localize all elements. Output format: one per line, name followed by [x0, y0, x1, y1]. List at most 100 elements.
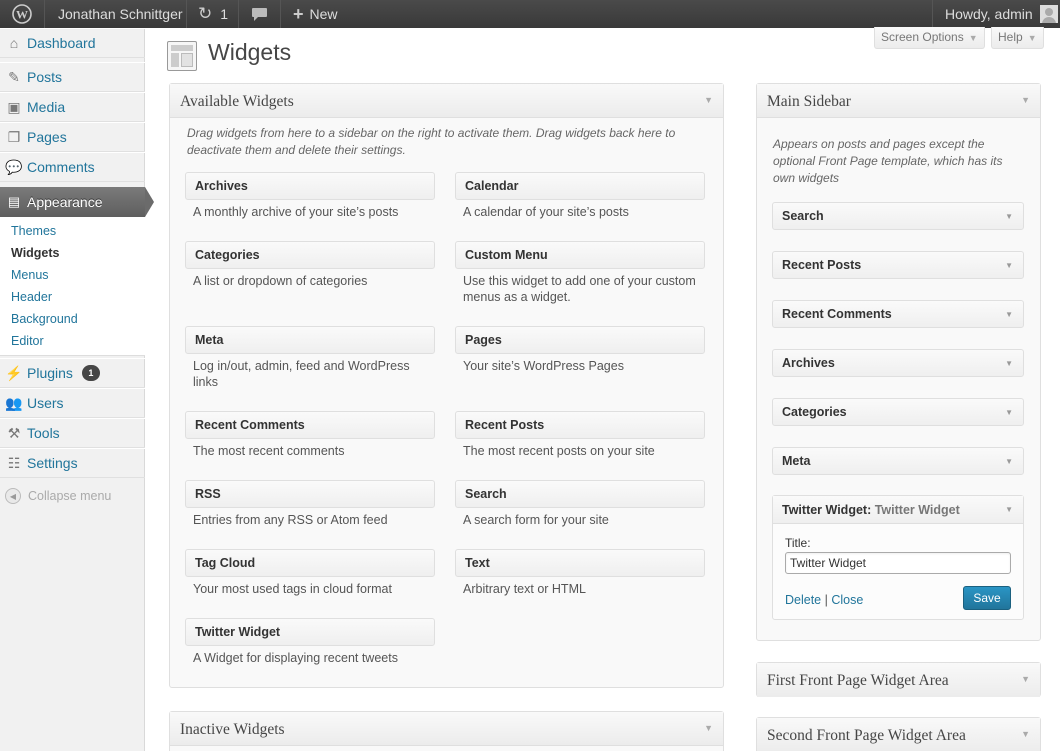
- inactive-widgets-panel: Inactive Widgets ▼: [169, 711, 724, 751]
- widget-tag-cloud[interactable]: Tag Cloud: [185, 549, 435, 577]
- toggle-arrow-icon[interactable]: ▼: [704, 723, 713, 733]
- menu-media[interactable]: ▣ Media: [0, 92, 145, 122]
- menu-appearance[interactable]: ▤ Appearance: [0, 187, 154, 217]
- main-sidebar-description: Appears on posts and pages except the op…: [773, 137, 1003, 185]
- inactive-widgets-header[interactable]: Inactive Widgets ▼: [170, 712, 723, 746]
- menu-tools[interactable]: ⚒ Tools: [0, 418, 145, 448]
- second-front-page-widget-area: Second Front Page Widget Area ▼: [756, 717, 1041, 751]
- sidebar-widget-search[interactable]: Search ▼: [772, 202, 1024, 230]
- widget-rss[interactable]: RSS: [185, 480, 435, 508]
- menu-users[interactable]: 👥 Users: [0, 388, 145, 418]
- widget-description: Your site’s WordPress Pages: [463, 359, 624, 373]
- toggle-arrow-icon[interactable]: ▼: [1021, 95, 1030, 105]
- updates-link[interactable]: ↻ 1: [198, 0, 228, 28]
- main-sidebar-header[interactable]: Main Sidebar ▼: [757, 84, 1040, 118]
- widget-title: Twitter Widget:: [782, 503, 872, 517]
- widget-title: Search: [465, 487, 507, 501]
- submenu-menus[interactable]: Menus: [11, 268, 49, 282]
- widget-description: A list or dropdown of categories: [193, 274, 368, 288]
- title-input[interactable]: [785, 552, 1011, 574]
- my-account-link[interactable]: Howdy, admin: [945, 0, 1058, 28]
- menu-plugins[interactable]: ⚡ Plugins 1: [0, 358, 145, 388]
- screen-options-button[interactable]: Screen Options ▼: [874, 27, 985, 49]
- submenu-background[interactable]: Background: [11, 312, 78, 326]
- toggle-arrow-icon[interactable]: ▼: [1021, 729, 1030, 739]
- comment-bubble-icon: [252, 7, 267, 21]
- second-front-page-header[interactable]: Second Front Page Widget Area ▼: [757, 718, 1040, 751]
- expand-arrow-icon[interactable]: ▼: [1005, 310, 1013, 319]
- widget-search[interactable]: Search: [455, 480, 705, 508]
- widget-recent-posts[interactable]: Recent Posts: [455, 411, 705, 439]
- menu-posts[interactable]: ✎ Posts: [0, 62, 145, 92]
- wordpress-logo-icon[interactable]: W: [0, 0, 44, 28]
- sidebar-widget-recent-comments[interactable]: Recent Comments ▼: [772, 300, 1024, 328]
- widget-custom-menu[interactable]: Custom Menu: [455, 241, 705, 269]
- expand-arrow-icon[interactable]: ▼: [1005, 359, 1013, 368]
- widget-recent-comments[interactable]: Recent Comments: [185, 411, 435, 439]
- page-title: Widgets: [208, 39, 292, 65]
- settings-icon: ☷: [7, 454, 21, 471]
- submenu-widgets[interactable]: Widgets: [11, 246, 60, 260]
- widget-description: Log in/out, admin, feed and WordPress li…: [193, 359, 410, 389]
- expand-arrow-icon[interactable]: ▼: [1005, 261, 1013, 270]
- widget-description: Use this widget to add one of your custo…: [463, 274, 696, 304]
- sidebar-widget-categories[interactable]: Categories ▼: [772, 398, 1024, 426]
- admin-bar: W Jonathan Schnittger ↻ 1 + New Howdy, a…: [0, 0, 1060, 28]
- widget-meta[interactable]: Meta: [185, 326, 435, 354]
- twitter-widget-header[interactable]: Twitter Widget: Twitter Widget ▼: [773, 496, 1023, 524]
- sidebar-widget-meta[interactable]: Meta ▼: [772, 447, 1024, 475]
- widget-title: Meta: [782, 454, 811, 468]
- toggle-arrow-icon[interactable]: ▼: [704, 95, 713, 105]
- expand-arrow-icon[interactable]: ▼: [1005, 212, 1013, 221]
- widget-description: A calendar of your site’s posts: [463, 205, 629, 219]
- widget-pages[interactable]: Pages: [455, 326, 705, 354]
- menu-comments[interactable]: 💬 Comments: [0, 152, 145, 182]
- dashboard-icon: ⌂: [9, 35, 19, 51]
- collapse-arrow-icon[interactable]: ▼: [1005, 505, 1013, 514]
- widget-title: Archives: [195, 179, 248, 193]
- updates-count: 1: [220, 6, 229, 22]
- howdy-text: Howdy, admin: [945, 6, 1033, 22]
- menu-label: Appearance: [27, 194, 103, 210]
- widget-twitter[interactable]: Twitter Widget: [185, 618, 435, 646]
- submenu-editor[interactable]: Editor: [11, 334, 44, 348]
- new-content-link[interactable]: + New: [293, 0, 338, 28]
- widget-categories[interactable]: Categories: [185, 241, 435, 269]
- widget-archives[interactable]: Archives: [185, 172, 435, 200]
- menu-label: Media: [27, 99, 66, 115]
- help-label: Help: [998, 30, 1023, 44]
- widget-title: Search: [782, 209, 824, 223]
- delete-link[interactable]: Delete: [785, 593, 821, 607]
- save-button[interactable]: Save: [963, 586, 1011, 610]
- comments-link[interactable]: [251, 0, 268, 28]
- toggle-arrow-icon[interactable]: ▼: [1021, 674, 1030, 684]
- widget-text[interactable]: Text: [455, 549, 705, 577]
- media-icon: ▣: [7, 98, 21, 115]
- expand-arrow-icon[interactable]: ▼: [1005, 408, 1013, 417]
- close-link[interactable]: Close: [831, 593, 863, 607]
- submenu-header[interactable]: Header: [11, 290, 52, 304]
- avatar: [1039, 5, 1058, 23]
- help-button[interactable]: Help ▼: [991, 27, 1044, 49]
- first-front-page-header[interactable]: First Front Page Widget Area ▼: [757, 663, 1040, 697]
- site-name-link[interactable]: Jonathan Schnittger: [58, 0, 183, 28]
- menu-pages[interactable]: ❐ Pages: [0, 122, 145, 152]
- menu-settings[interactable]: ☷ Settings: [0, 448, 145, 478]
- submenu-themes[interactable]: Themes: [11, 224, 56, 238]
- plus-icon: +: [293, 4, 304, 24]
- widget-title: Meta: [195, 333, 224, 347]
- plugins-update-badge: 1: [81, 365, 100, 381]
- svg-text:W: W: [16, 8, 28, 22]
- collapse-menu-button[interactable]: ◀ Collapse menu: [5, 488, 111, 504]
- available-widgets-header[interactable]: Available Widgets ▼: [170, 84, 723, 118]
- sidebar-widget-twitter-expanded: Twitter Widget: Twitter Widget ▼ Title: …: [772, 495, 1024, 620]
- panel-title: Available Widgets: [180, 93, 294, 110]
- widget-calendar[interactable]: Calendar: [455, 172, 705, 200]
- menu-dashboard[interactable]: ⌂ Dashboard: [0, 28, 145, 58]
- link-separator: |: [824, 593, 828, 607]
- collapse-label: Collapse menu: [28, 489, 112, 503]
- sidebar-widget-recent-posts[interactable]: Recent Posts ▼: [772, 251, 1024, 279]
- panel-title: Inactive Widgets: [180, 721, 285, 738]
- expand-arrow-icon[interactable]: ▼: [1005, 457, 1013, 466]
- sidebar-widget-archives[interactable]: Archives ▼: [772, 349, 1024, 377]
